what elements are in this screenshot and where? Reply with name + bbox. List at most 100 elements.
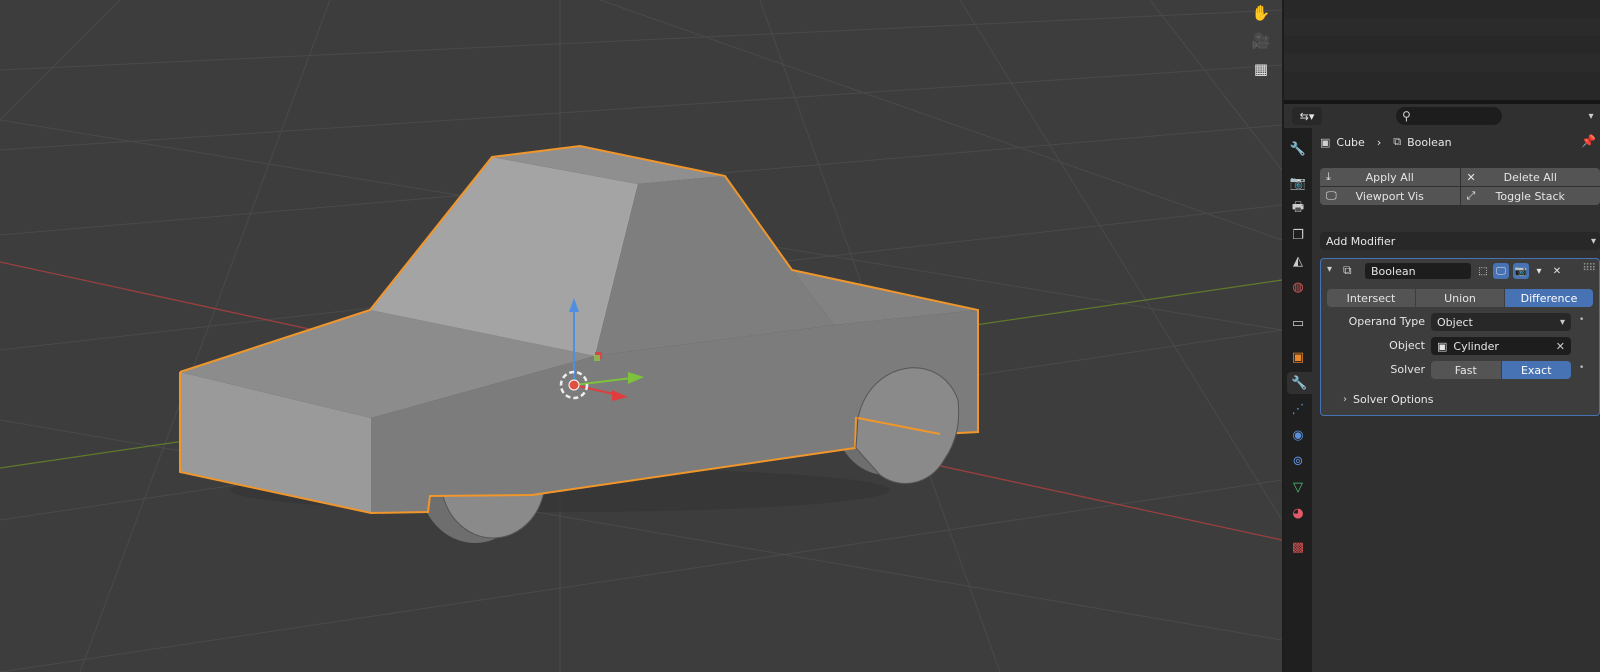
breadcrumb-modifier: Boolean [1407, 135, 1452, 149]
breadcrumb-separator: › [1376, 135, 1382, 149]
outliner-row [1284, 72, 1600, 90]
operand-type-label: Operand Type [1348, 315, 1425, 328]
hand-icon[interactable]: ✋ [1248, 0, 1274, 26]
grid-icon[interactable]: ▦ [1248, 56, 1274, 82]
operand-type-value: Object [1437, 315, 1473, 329]
pin-icon[interactable]: 📌 [1581, 134, 1596, 148]
chevron-down-icon: ▾ [1559, 316, 1565, 328]
keyframe-dot-icon[interactable]: • [1579, 363, 1584, 373]
modifier-properties: ▣ Cube › ⧉ Boolean 📌 ⤓ Apply All ✕ Delet… [1312, 128, 1600, 672]
intersect-label: Intersect [1346, 291, 1396, 305]
delete-all-button[interactable]: ✕ Delete All [1460, 168, 1600, 186]
close-icon[interactable]: ✕ [1549, 263, 1565, 279]
object-label: Object [1389, 339, 1425, 352]
intersect-button[interactable]: Intersect [1327, 289, 1415, 307]
modifier-tab-icon[interactable]: 🔧 [1287, 372, 1312, 394]
outliner-row [1284, 18, 1600, 36]
output-tab-icon[interactable]: 🖶 [1287, 198, 1309, 220]
object-field[interactable]: ▣ Cylinder ✕ [1431, 337, 1571, 355]
chevron-down-icon[interactable]: ▾ [1531, 263, 1547, 279]
search-field[interactable]: ⚲ [1396, 107, 1502, 125]
solver-options-label: Solver Options [1353, 393, 1434, 406]
chevron-down-icon: ▾ [1590, 235, 1596, 247]
close-icon: ✕ [1466, 170, 1476, 184]
chevron-down-icon[interactable]: ▾ [1584, 107, 1598, 125]
outliner[interactable] [1284, 0, 1600, 100]
apply-all-button[interactable]: ⤓ Apply All [1320, 168, 1460, 186]
delete-all-label: Delete All [1503, 170, 1557, 184]
operation-selector: Intersect Union Difference [1327, 289, 1593, 307]
tool-tab-icon[interactable]: 🔧 [1287, 138, 1309, 160]
object-tab-icon[interactable]: ▣ [1287, 346, 1309, 368]
editor-type-button[interactable]: ⇆▾ [1292, 107, 1322, 125]
search-icon: ⚲ [1402, 109, 1411, 123]
exact-solver-button[interactable]: Exact [1501, 361, 1571, 379]
modifier-actions-row-1: ⤓ Apply All ✕ Delete All [1320, 168, 1600, 186]
exact-label: Exact [1520, 363, 1552, 377]
properties-tabs: 🔧 📷 🖶 ❐ ◭ ◍ ▭ ▣ 🔧 ⋰ ◉ ⊚ ▽ ◕ ▩ [1284, 128, 1312, 672]
render-toggle-icon[interactable]: 📷 [1513, 263, 1529, 279]
viewport-display-toggle-icon[interactable]: 🖵 [1493, 263, 1509, 279]
modifier-header: ▾ ⧉ Boolean ⬚ 🖵 📷 ▾ ✕ ⠿⠿ [1321, 259, 1599, 283]
union-button[interactable]: Union [1416, 289, 1504, 307]
add-modifier-label: Add Modifier [1326, 234, 1396, 248]
mesh-object-icon: ▣ [1320, 135, 1331, 149]
keyframe-dot-icon[interactable]: • [1579, 315, 1584, 325]
outliner-row [1284, 36, 1600, 54]
operand-type-dropdown[interactable]: Object ▾ [1431, 313, 1571, 331]
solver-options-subpanel[interactable]: › Solver Options [1343, 393, 1434, 406]
drag-handle-icon[interactable]: ⠿⠿ [1582, 263, 1596, 274]
object-value: Cylinder [1453, 339, 1499, 353]
chevron-right-icon: › [1343, 394, 1347, 405]
view-layer-tab-icon[interactable]: ❐ [1287, 224, 1309, 246]
breadcrumb-object: Cube [1336, 135, 1365, 149]
viewport-vis-label: Viewport Vis [1355, 189, 1424, 203]
constraints-tab-icon[interactable]: ⊚ [1287, 450, 1309, 472]
texture-tab-icon[interactable]: ▩ [1287, 536, 1309, 558]
difference-button[interactable]: Difference [1505, 289, 1593, 307]
viewport-vis-button[interactable]: 🖵 Viewport Vis [1320, 187, 1460, 205]
camera-icon[interactable]: 🎥 [1248, 28, 1274, 54]
render-tab-icon[interactable]: 📷 [1287, 172, 1309, 194]
properties-editor: ⇆▾ ⚲ ▾ 🔧 📷 🖶 ❐ ◭ ◍ ▭ ▣ 🔧 ⋰ ◉ ⊚ ▽ ◕ ▩ ▣ C… [1284, 104, 1600, 672]
download-icon: ⤓ [1326, 170, 1331, 183]
outliner-row [1284, 0, 1600, 18]
scene-tab-icon[interactable]: ◭ [1287, 250, 1309, 272]
apply-all-label: Apply All [1365, 170, 1414, 184]
operand-type-row: Operand Type Object ▾ • [1321, 313, 1599, 331]
expand-icon: ⤢ [1466, 189, 1476, 202]
edit-mode-toggle-icon[interactable]: ⬚ [1475, 263, 1491, 279]
solver-row: Solver Fast Exact • [1321, 361, 1599, 379]
viewport-scene[interactable] [0, 0, 1282, 672]
physics-tab-icon[interactable]: ◉ [1287, 424, 1309, 446]
toggle-stack-button[interactable]: ⤢ Toggle Stack [1460, 187, 1600, 205]
object-row: Object ▣ Cylinder ✕ [1321, 337, 1599, 355]
collection-tab-icon[interactable]: ▭ [1287, 312, 1309, 334]
particles-tab-icon[interactable]: ⋰ [1287, 398, 1309, 420]
modifier-actions-row-2: 🖵 Viewport Vis ⤢ Toggle Stack [1320, 187, 1600, 205]
mesh-object-icon: ▣ [1437, 339, 1448, 353]
data-tab-icon[interactable]: ▽ [1287, 476, 1309, 498]
boolean-modifier-icon: ⧉ [1393, 135, 1402, 148]
toggle-stack-label: Toggle Stack [1495, 189, 1565, 203]
material-tab-icon[interactable]: ◕ [1287, 502, 1309, 524]
collapse-chevron-icon[interactable]: ▾ [1327, 264, 1332, 275]
difference-label: Difference [1520, 291, 1578, 305]
solver-label: Solver [1390, 363, 1425, 376]
modifier-name-text: Boolean [1371, 264, 1416, 278]
union-label: Union [1444, 291, 1476, 305]
close-icon[interactable]: ✕ [1556, 340, 1565, 353]
3d-viewport[interactable]: ✋ 🎥 ▦ [0, 0, 1282, 672]
add-modifier-dropdown[interactable]: Add Modifier ▾ [1320, 232, 1600, 250]
boolean-modifier-icon: ⧉ [1343, 263, 1352, 277]
boolean-modifier-panel: ▾ ⧉ Boolean ⬚ 🖵 📷 ▾ ✕ ⠿⠿ Intersect Union… [1320, 258, 1600, 416]
car-model[interactable] [179, 144, 979, 543]
solver-selector: Fast Exact [1431, 361, 1571, 379]
fast-label: Fast [1454, 363, 1477, 377]
breadcrumb: ▣ Cube › ⧉ Boolean [1320, 134, 1452, 150]
modifier-name-field[interactable]: Boolean [1365, 263, 1471, 279]
properties-header: ⇆▾ ⚲ ▾ [1284, 104, 1600, 128]
outliner-row [1284, 54, 1600, 72]
world-tab-icon[interactable]: ◍ [1287, 276, 1309, 298]
fast-solver-button[interactable]: Fast [1431, 361, 1501, 379]
